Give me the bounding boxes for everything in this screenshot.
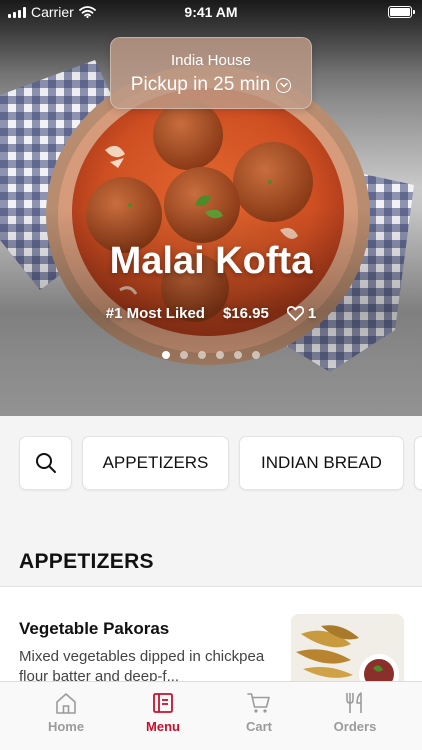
- featured-dish-title: Malai Kofta: [109, 240, 313, 282]
- chevron-down-icon: [276, 77, 292, 93]
- pickup-time-row: Pickup in 25 min: [111, 74, 311, 96]
- tab-home[interactable]: Home: [16, 692, 116, 734]
- dish-price: $16.95: [222, 305, 269, 322]
- carousel-dots[interactable]: [0, 351, 422, 359]
- home-icon: [56, 693, 76, 714]
- menu-icon: [153, 693, 173, 713]
- heart-icon: [286, 306, 304, 321]
- tab-bar: Home Menu Cart Orders: [0, 681, 422, 750]
- tab-orders[interactable]: Orders: [305, 692, 405, 734]
- tab-cart[interactable]: Cart: [209, 692, 309, 734]
- cart-icon: [247, 693, 270, 713]
- tab-home-label: Home: [47, 719, 85, 734]
- section-title: APPETIZERS: [19, 550, 154, 573]
- fork-knife-icon: [346, 692, 362, 713]
- app-screen: Carrier 9:41 AM India House Pickup in 25…: [0, 0, 422, 750]
- carousel-dot[interactable]: [162, 351, 170, 359]
- category-chip-next[interactable]: [414, 436, 422, 490]
- tab-orders-label: Orders: [333, 719, 377, 734]
- carousel-dot[interactable]: [198, 351, 206, 359]
- category-chip-appetizers[interactable]: APPETIZERS: [82, 436, 229, 490]
- pickup-time-label: Pickup in 25 min: [130, 74, 271, 95]
- like-count: 1: [307, 305, 317, 322]
- featured-hero[interactable]: Carrier 9:41 AM India House Pickup in 25…: [0, 0, 422, 416]
- menu-item-name: Vegetable Pakoras: [19, 619, 170, 638]
- tab-cart-label: Cart: [245, 719, 272, 734]
- tab-menu[interactable]: Menu: [113, 692, 213, 734]
- featured-dish-meta: #1 Most Liked $16.95 1: [0, 305, 422, 322]
- search-button[interactable]: [19, 436, 72, 490]
- clock: 9:41 AM: [184, 4, 238, 20]
- carousel-dot[interactable]: [216, 351, 224, 359]
- status-bar: Carrier 9:41 AM: [0, 0, 422, 24]
- battery-icon: [388, 6, 415, 18]
- carousel-dot[interactable]: [234, 351, 242, 359]
- carousel-dot[interactable]: [252, 351, 260, 359]
- carousel-dot[interactable]: [180, 351, 188, 359]
- location-selector[interactable]: India House Pickup in 25 min: [110, 37, 312, 109]
- search-icon: [35, 453, 56, 473]
- tab-menu-label: Menu: [146, 719, 180, 734]
- category-chip-indian-bread[interactable]: INDIAN BREAD: [239, 436, 404, 490]
- category-bar: APPETIZERS INDIAN BREAD: [0, 416, 422, 512]
- most-liked-badge: #1 Most Liked: [105, 305, 205, 322]
- restaurant-name: India House: [170, 52, 252, 69]
- like-button[interactable]: 1: [286, 305, 317, 322]
